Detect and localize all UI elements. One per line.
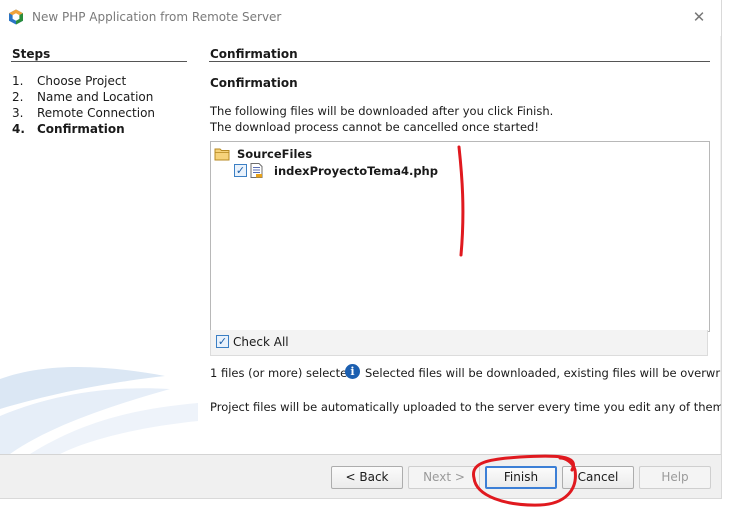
steps-divider [11, 61, 187, 62]
close-icon[interactable]: ✕ [686, 6, 712, 28]
panel-title: Confirmation [210, 47, 298, 61]
file-tree[interactable]: SourceFiles ✓ indexProyectoTema4.php [210, 141, 710, 332]
step-item: 3. Remote Connection [12, 106, 155, 120]
folder-icon [214, 148, 230, 161]
check-all-checkbox[interactable]: ✓ [216, 335, 229, 348]
title-bar: New PHP Application from Remote Server ✕ [0, 0, 721, 36]
info-text-line2: The download process cannot be cancelled… [210, 120, 539, 134]
step-item-active: 4. Confirmation [12, 122, 125, 136]
netbeans-logo-icon [9, 9, 23, 25]
step-number: 2. [12, 90, 24, 104]
finish-button[interactable]: Finish [485, 466, 557, 489]
selected-count-text: 1 files (or more) selected [210, 366, 355, 380]
tree-folder-label[interactable]: SourceFiles [237, 147, 312, 161]
step-number: 4. [12, 122, 25, 136]
info-icon: i [345, 364, 360, 379]
php-file-icon [250, 163, 263, 178]
step-number: 3. [12, 106, 24, 120]
back-button[interactable]: < Back [331, 466, 403, 489]
info-text-line1: The following files will be downloaded a… [210, 104, 554, 118]
upload-note-text: Project files will be automatically uplo… [210, 400, 722, 414]
step-label: Remote Connection [37, 106, 156, 120]
decorative-swoosh-graphic [0, 366, 198, 454]
button-bar: < Back Next > Finish Cancel Help [0, 454, 721, 498]
step-label: Confirmation [37, 122, 125, 136]
check-all-row: ✓ Check All [210, 330, 708, 356]
step-number: 1. [12, 74, 24, 88]
step-label: Choose Project [37, 74, 127, 88]
overwrite-warning-text: Selected files will be downloaded, exist… [365, 366, 722, 380]
help-button[interactable]: Help [639, 466, 711, 489]
step-item: 2. Name and Location [12, 90, 153, 104]
wizard-dialog: New PHP Application from Remote Server ✕… [0, 0, 722, 499]
steps-panel: Steps 1. Choose Project 2. Name and Locati… [0, 36, 198, 454]
panel-subtitle: Confirmation [210, 76, 298, 90]
tree-file-label[interactable]: indexProyectoTema4.php [274, 164, 438, 178]
steps-heading: Steps [12, 47, 51, 61]
panel-divider [209, 61, 710, 62]
file-checkbox[interactable]: ✓ [234, 164, 247, 177]
confirmation-panel: Confirmation Confirmation The following … [198, 36, 722, 454]
step-label: Name and Location [37, 90, 154, 104]
cancel-button[interactable]: Cancel [562, 466, 634, 489]
next-button[interactable]: Next > [408, 466, 480, 489]
step-item: 1. Choose Project [12, 74, 126, 88]
window-title: New PHP Application from Remote Server [32, 10, 282, 24]
check-all-label[interactable]: Check All [233, 335, 289, 349]
